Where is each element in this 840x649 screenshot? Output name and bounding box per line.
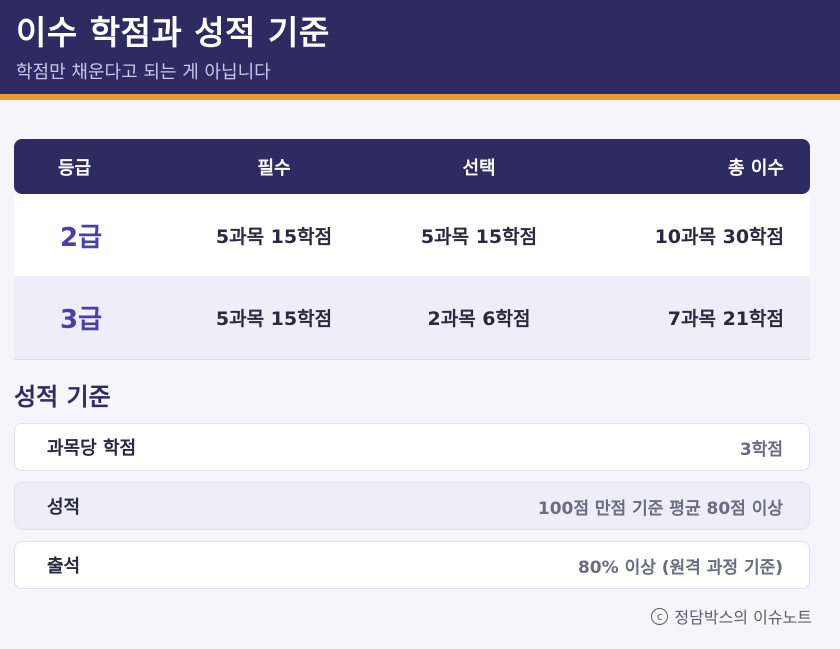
- column-header-total: 총 이수: [728, 157, 784, 179]
- table-row: 3급 5과목 15학점 2과목 6학점 7과목 21학점: [14, 276, 810, 360]
- criteria-value: 100점 만점 기준 평균 80점 이상: [537, 498, 783, 519]
- copyright-icon: c: [651, 607, 669, 625]
- footer-credit: c 정담박스의 이슈노트: [651, 604, 812, 628]
- credit-table: 등급 필수 선택 총 이수 2급 5과목 15학점 5과목 15학점 10과목 …: [14, 139, 810, 360]
- criteria-value: 80% 이상 (원격 과정 기준): [577, 557, 783, 578]
- column-header-required: 필수: [257, 157, 291, 179]
- page-subtitle: 학점만 채운다고 되는 게 아닙니다: [16, 62, 271, 83]
- required-cell: 5과목 15학점: [215, 308, 333, 330]
- total-cell: 7과목 21학점: [667, 308, 784, 330]
- required-cell: 5과목 15학점: [215, 225, 333, 248]
- column-header-grade: 등급: [58, 157, 92, 179]
- criteria-label: 출석: [47, 556, 81, 577]
- elective-cell: 5과목 15학점: [420, 225, 538, 248]
- elective-cell: 2과목 6학점: [427, 308, 531, 330]
- criteria-value: 3학점: [739, 439, 783, 460]
- header-banner: 이수 학점과 성적 기준 학점만 채운다고 되는 게 아닙니다: [0, 0, 840, 100]
- total-cell: 10과목 30학점: [654, 225, 784, 248]
- criteria-label: 과목당 학점: [47, 438, 137, 459]
- grade-cell: 3급: [60, 305, 103, 335]
- page-title: 이수 학점과 성적 기준: [16, 13, 330, 52]
- table-header: 등급 필수 선택 총 이수: [14, 139, 810, 194]
- grade-cell: 2급: [60, 222, 103, 253]
- criteria-row-grade: 성적 100점 만점 기준 평균 80점 이상: [14, 482, 810, 530]
- credit-text: 정담박스의 이슈노트: [674, 608, 812, 627]
- criteria-row-credits: 과목당 학점 3학점: [14, 423, 810, 471]
- criteria-section-title: 성적 기준: [14, 383, 111, 411]
- criteria-row-attendance: 출석 80% 이상 (원격 과정 기준): [14, 541, 810, 589]
- column-header-elective: 선택: [462, 157, 496, 179]
- criteria-label: 성적: [47, 497, 81, 518]
- table-row: 2급 5과목 15학점 5과목 15학점 10과목 30학점: [14, 194, 810, 276]
